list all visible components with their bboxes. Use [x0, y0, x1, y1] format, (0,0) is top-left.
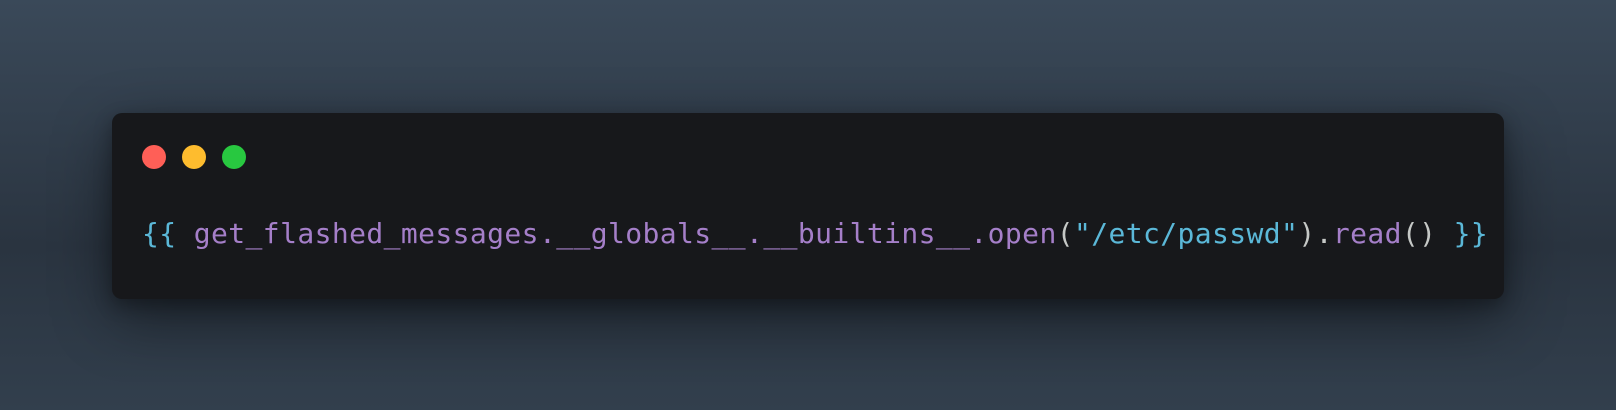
code-token-brace: }} [1453, 217, 1489, 250]
code-token-ident: . [970, 217, 988, 250]
code-token-ident: get_flashed_messages [193, 217, 539, 250]
code-token-punct: ) [1298, 217, 1316, 250]
code-token-ident: open [987, 217, 1057, 250]
code-token-ident: read [1332, 217, 1402, 250]
code-token-ident: . [746, 217, 764, 250]
code-token-string: "/etc/passwd" [1073, 217, 1299, 250]
code-token-ident: __globals__ [556, 217, 747, 250]
code-token-punct [177, 217, 194, 250]
code-window: {{ get_flashed_messages.__globals__.__bu… [112, 113, 1504, 299]
close-button[interactable] [142, 145, 166, 169]
code-token-punct: . [1315, 217, 1333, 250]
maximize-button[interactable] [222, 145, 246, 169]
code-token-ident: __builtins__ [763, 217, 971, 250]
code-token-punct [1436, 217, 1453, 250]
minimize-button[interactable] [182, 145, 206, 169]
code-token-brace: {{ [142, 217, 177, 250]
code-line: {{ get_flashed_messages.__globals__.__bu… [142, 216, 1488, 252]
code-token-punct: () [1401, 217, 1437, 250]
code-token-ident: . [538, 217, 557, 250]
window-controls [142, 145, 246, 169]
code-token-punct: ( [1056, 217, 1074, 250]
